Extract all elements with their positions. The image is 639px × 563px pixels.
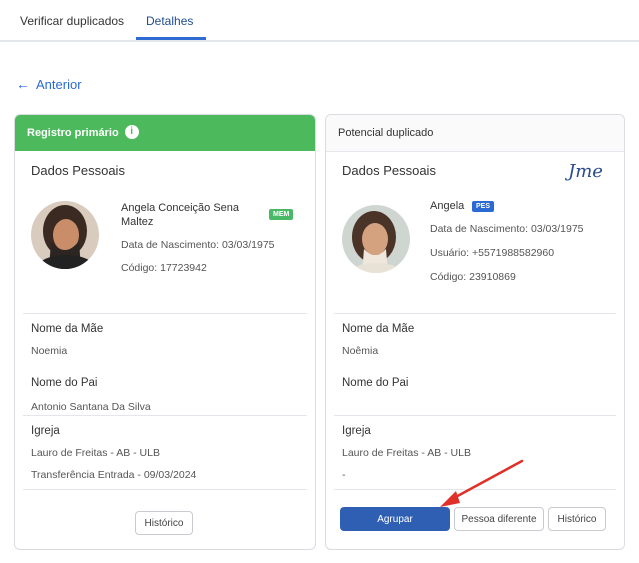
church-label: Igreja (342, 425, 371, 437)
mother-name-label: Nome da Mãe (31, 323, 104, 335)
annotation-arrow-icon (440, 459, 524, 507)
member-badge: MEM (269, 209, 294, 220)
church-label: Igreja (31, 425, 60, 437)
avatar (31, 201, 99, 269)
person-badge: PES (472, 201, 495, 212)
divider (23, 313, 307, 314)
divider (23, 489, 307, 490)
divider (334, 415, 616, 416)
father-name-label: Nome do Pai (342, 377, 409, 389)
mother-name-value: Noêmia (342, 345, 379, 357)
signature-logo: Jme (568, 161, 603, 182)
tab-verificar-duplicados[interactable]: Verificar duplicados (20, 14, 124, 28)
back-link[interactable]: ← Anterior (16, 76, 82, 92)
mother-name-value: Noemia (31, 345, 68, 357)
member-code: Código: 17723942 (121, 262, 207, 274)
personal-data-title: Dados Pessoais (31, 163, 125, 178)
tab-bar: Verificar duplicados Detalhes (0, 0, 639, 42)
potential-duplicate-header: Potencial duplicado (326, 115, 624, 152)
history-button[interactable]: Histórico (135, 511, 193, 535)
father-name-value: Antonio Santana Da Silva (31, 401, 151, 413)
transfer-info: Transferência Entrada - 09/03/2024 (31, 469, 197, 481)
birth-date: Data de Nascimento: 03/03/1975 (430, 223, 584, 235)
back-label: Anterior (36, 77, 82, 92)
primary-record-header: Registro primário i (15, 115, 315, 151)
history-button[interactable]: Histórico (548, 507, 606, 531)
person-name: Angela Conceição Sena Maltez (121, 202, 240, 228)
divider (23, 415, 307, 416)
mother-name-label: Nome da Mãe (342, 323, 415, 335)
member-code: Código: 23910869 (430, 271, 516, 283)
tab-detalhes[interactable]: Detalhes (146, 14, 193, 28)
arrow-left-icon: ← (16, 76, 30, 92)
birth-date: Data de Nascimento: 03/03/1975 (121, 239, 275, 251)
avatar (342, 205, 410, 273)
person-name: Angela (430, 200, 465, 212)
active-tab-indicator (136, 37, 206, 40)
divider (334, 313, 616, 314)
user-phone: Usuário: +5571988582960 (430, 247, 555, 259)
personal-data-title: Dados Pessoais (342, 163, 436, 178)
father-name-label: Nome do Pai (31, 377, 98, 389)
church-value: Lauro de Freitas - AB - ULB (31, 447, 160, 459)
primary-record-title: Registro primário (27, 127, 119, 139)
info-icon[interactable]: i (124, 125, 139, 140)
church-extra: - (342, 469, 346, 481)
primary-record-card: Registro primário i Dados Pessoais Angela… (14, 114, 316, 550)
